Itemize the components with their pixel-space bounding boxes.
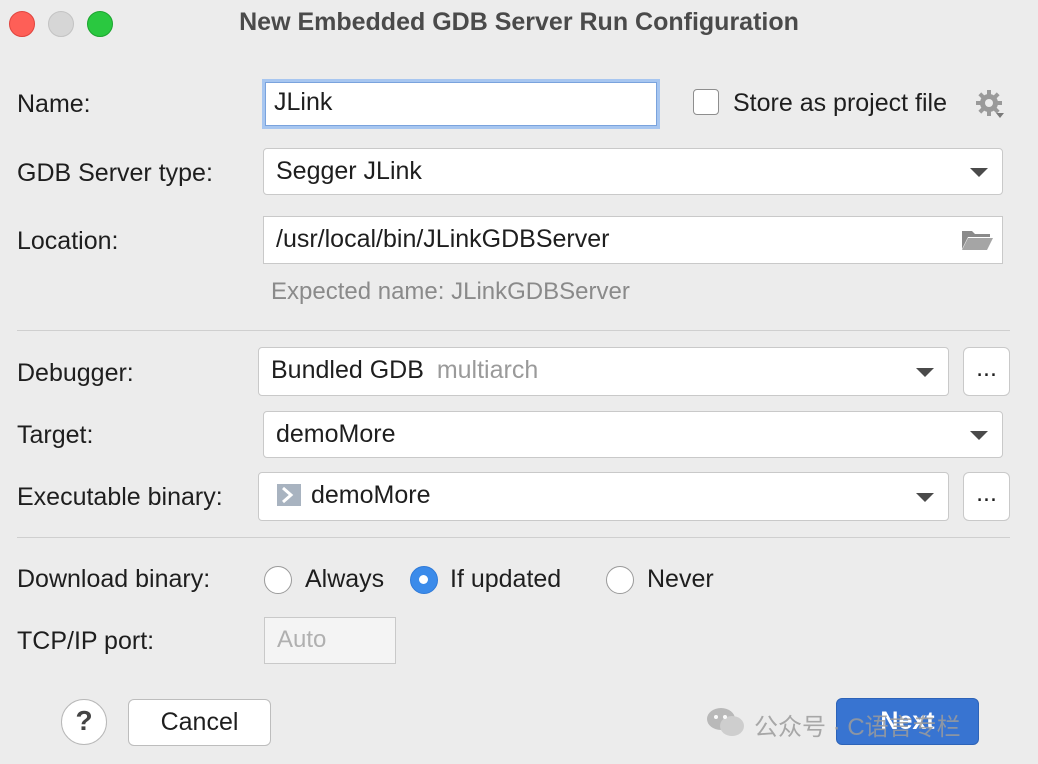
gdb-server-type-select[interactable]: Segger JLink — [263, 148, 1003, 195]
download-never-label: Never — [647, 565, 714, 593]
gear-icon[interactable] — [975, 89, 1005, 119]
help-button[interactable]: ? — [61, 699, 107, 745]
download-always-label: Always — [305, 565, 385, 593]
store-as-project-file-label: Store as project file — [733, 89, 947, 117]
wechat-icon — [706, 706, 746, 738]
location-hint: Expected name: JLinkGDBServer — [271, 278, 630, 305]
store-as-project-file-checkbox[interactable] — [693, 89, 719, 115]
target-select[interactable]: demoMore — [263, 411, 1003, 458]
download-if-updated-label: If updated — [450, 565, 562, 593]
gdb-server-type-value: Segger JLink — [276, 157, 422, 185]
executable-binary-more-button[interactable]: ... — [963, 472, 1010, 521]
download-if-updated-radio[interactable] — [410, 566, 438, 594]
window-title: New Embedded GDB Server Run Configuratio… — [239, 8, 799, 36]
download-binary-label: Download binary: — [17, 565, 211, 593]
tcp-ip-port-input[interactable]: Auto — [264, 617, 396, 664]
executable-binary-select[interactable]: demoMore — [258, 472, 949, 521]
chevron-down-icon — [970, 168, 988, 177]
chevron-down-icon — [916, 493, 934, 502]
watermark-text: 公众号 · C语言专栏 — [754, 714, 961, 741]
tcp-ip-port-label: TCP/IP port: — [17, 627, 155, 655]
name-input[interactable]: JLink — [262, 79, 660, 129]
executable-icon — [277, 476, 301, 506]
location-label: Location: — [17, 227, 119, 255]
gdb-server-type-label: GDB Server type: — [17, 159, 213, 187]
debugger-suffix: multiarch — [436, 356, 539, 384]
location-input[interactable]: /usr/local/bin/JLinkGDBServer — [263, 216, 1003, 264]
folder-icon[interactable] — [960, 227, 994, 253]
executable-binary-label: Executable binary: — [17, 483, 223, 511]
divider — [17, 537, 1010, 538]
location-value: /usr/local/bin/JLinkGDBServer — [276, 225, 610, 253]
divider — [17, 330, 1010, 331]
name-label: Name: — [17, 90, 91, 118]
target-value: demoMore — [276, 420, 396, 448]
chevron-down-icon — [916, 368, 934, 377]
debugger-more-button[interactable]: ... — [963, 347, 1010, 396]
debugger-label: Debugger: — [17, 359, 134, 387]
debugger-value: Bundled GDB — [271, 356, 424, 384]
debugger-select[interactable]: Bundled GDB multiarch — [258, 347, 949, 396]
chevron-down-icon — [970, 431, 988, 440]
executable-binary-value: demoMore — [311, 481, 431, 509]
download-always-radio[interactable] — [264, 566, 292, 594]
download-never-radio[interactable] — [606, 566, 634, 594]
cancel-button[interactable]: Cancel — [128, 699, 271, 746]
target-label: Target: — [17, 421, 94, 449]
